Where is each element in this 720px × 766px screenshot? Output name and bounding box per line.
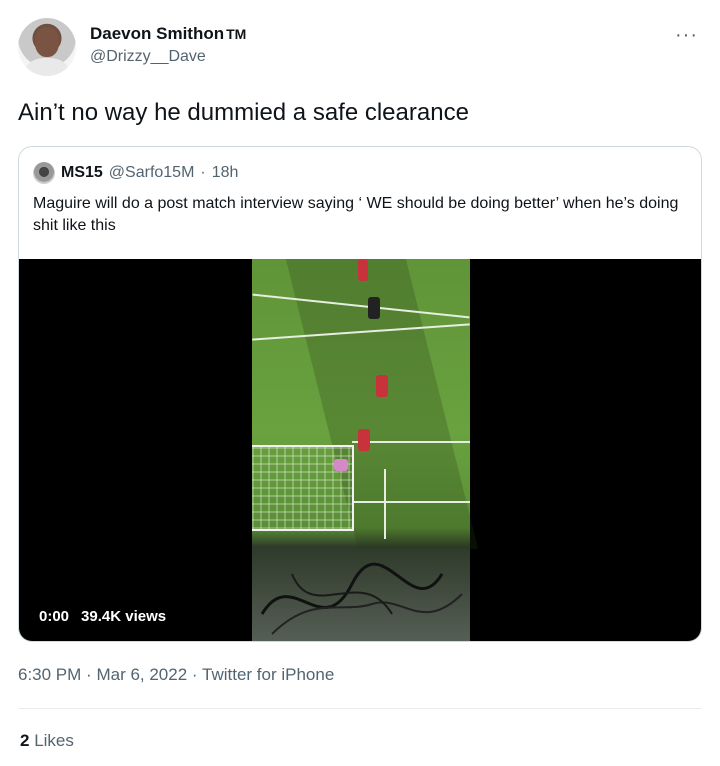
meta-separator: ·	[191, 665, 198, 684]
video-frame	[252, 259, 479, 641]
quoted-tweet[interactable]: MS15 @Sarfo15M · 18h Maguire will do a p…	[18, 146, 702, 642]
tweet-time[interactable]: 6:30 PM	[18, 665, 81, 684]
player-figure	[376, 375, 388, 397]
avatar-shirt	[26, 58, 68, 76]
quoted-separator: ·	[200, 164, 206, 181]
tweet-meta: 6:30 PM · Mar 6, 2022 · Twitter for iPho…	[18, 665, 334, 685]
quoted-author-avatar	[33, 162, 55, 184]
author-handle[interactable]: @Drizzy__Dave	[90, 48, 246, 66]
player-figure	[358, 429, 370, 451]
quoted-tweet-text: Maguire will do a post match interview s…	[33, 195, 679, 234]
goalkeeper-figure	[368, 297, 380, 319]
quoted-time: 18h	[211, 164, 239, 181]
quoted-tweet-header: MS15 @Sarfo15M · 18h	[33, 162, 239, 184]
goal-post	[384, 469, 386, 539]
pitch-line	[352, 501, 470, 503]
quoted-author-handle: @Sarfo15M	[108, 164, 195, 181]
more-options-icon[interactable]: ···	[675, 24, 698, 47]
author-name-text: Daevon Smithon	[90, 24, 225, 43]
meta-separator: ·	[86, 665, 92, 684]
player-figure	[358, 259, 368, 281]
player-figure	[334, 459, 348, 471]
video-stats: 0:00 39.4K views	[39, 608, 166, 625]
tweet-header: Daevon Smithon TM @Drizzy__Dave ···	[18, 18, 702, 78]
author-avatar[interactable]	[18, 18, 76, 76]
cables-image	[260, 562, 463, 635]
tweet-text: Ain’t no way he dummied a safe clearance	[18, 99, 469, 126]
tweet-date[interactable]: Mar 6, 2022	[96, 665, 187, 684]
divider	[18, 708, 702, 709]
likes-count[interactable]: 2 Likes	[20, 731, 74, 751]
quoted-author-name: MS15	[61, 164, 103, 181]
author-name-block[interactable]: Daevon Smithon TM @Drizzy__Dave	[90, 24, 246, 66]
trademark-icon: TM	[226, 26, 247, 42]
likes-number: 2	[20, 731, 30, 750]
tweet-source[interactable]: Twitter for iPhone	[202, 665, 334, 684]
video-time: 0:00	[39, 608, 70, 625]
goal-net	[252, 445, 354, 531]
video-player[interactable]: 0:00 39.4K views	[19, 259, 701, 641]
likes-label: Likes	[34, 731, 74, 750]
video-views: 39.4K views	[81, 608, 167, 625]
avatar-head	[35, 27, 59, 57]
author-display-name[interactable]: Daevon Smithon TM	[90, 24, 246, 44]
